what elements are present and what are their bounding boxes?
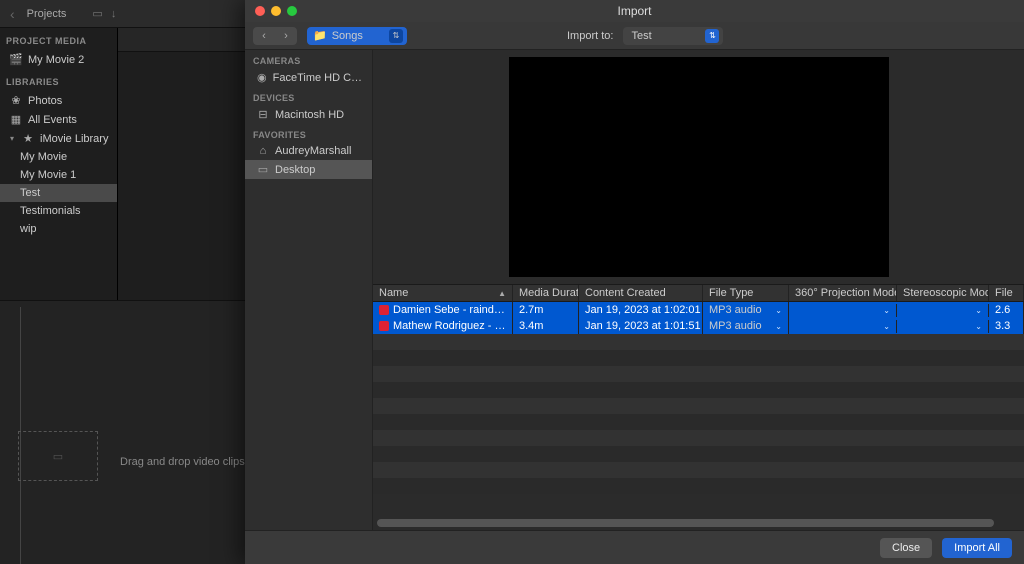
library-event-selected[interactable]: Test xyxy=(0,184,117,202)
import-to-select[interactable]: Test ⇅ xyxy=(623,27,723,45)
desktop-icon: ▭ xyxy=(257,163,269,176)
imovie-library[interactable]: ▾ ★ iMovie Library xyxy=(0,129,117,148)
col-filesize[interactable]: File xyxy=(989,285,1024,301)
import-dialog: Import ‹ › 📁 Songs ⇅ Import to: Test ⇅ C… xyxy=(245,0,1024,564)
disclosure-chevron-icon[interactable]: ▾ xyxy=(10,134,16,143)
breadcrumb[interactable]: Projects xyxy=(27,8,67,20)
home-icon: ⌂ xyxy=(257,145,269,157)
back-button[interactable]: ‹ xyxy=(6,6,19,22)
file-row-empty xyxy=(373,430,1024,446)
dropdown-chevron-icon[interactable]: ⌄ xyxy=(775,306,782,315)
scrollbar-thumb[interactable] xyxy=(377,519,994,527)
folder-icon: 📁 xyxy=(313,29,327,42)
all-events[interactable]: ▦ All Events xyxy=(0,110,117,129)
col-stereo[interactable]: Stereoscopic Mode xyxy=(897,285,989,301)
sort-asc-icon: ▲ xyxy=(498,289,506,298)
col-name[interactable]: Name▲ xyxy=(373,285,513,301)
file-row-selected[interactable]: Mathew Rodriguez - Only Frie... 3.4m Jan… xyxy=(373,318,1024,334)
col-filetype[interactable]: File Type xyxy=(703,285,789,301)
camera-icon: ◉ xyxy=(257,71,267,84)
preview-area xyxy=(373,50,1024,284)
dropdown-chevron-icon[interactable]: ⌄ xyxy=(975,306,982,315)
file-row-empty xyxy=(373,382,1024,398)
dropdown-chevron-icon[interactable]: ⌄ xyxy=(775,322,782,331)
dropdown-chevron-icon[interactable]: ⌄ xyxy=(883,306,890,315)
import-toolbar: ‹ › 📁 Songs ⇅ Import to: Test ⇅ xyxy=(245,22,1024,50)
file-row-empty xyxy=(373,398,1024,414)
nav-forward-button[interactable]: › xyxy=(275,27,297,45)
nav-back-button[interactable]: ‹ xyxy=(253,27,275,45)
camera-item[interactable]: ◉ FaceTime HD Camera (Bu... xyxy=(245,68,372,87)
new-project-icon[interactable]: ▭ xyxy=(92,7,102,20)
folder-select[interactable]: 📁 Songs ⇅ xyxy=(307,27,407,45)
library-event[interactable]: wip xyxy=(0,220,117,238)
favorite-item[interactable]: ⌂ AudreyMarshall xyxy=(245,142,372,160)
dropdown-chevron-icon[interactable]: ⌄ xyxy=(883,322,890,331)
dropdown-arrows-icon: ⇅ xyxy=(705,29,719,43)
library-event[interactable]: My Movie xyxy=(0,148,117,166)
dropdown-chevron-icon[interactable]: ⌄ xyxy=(975,322,982,331)
col-created[interactable]: Content Created xyxy=(579,285,703,301)
file-row-selected[interactable]: Damien Sebe - raindrops [The... 2.7m Jan… xyxy=(373,302,1024,318)
photos-icon: ❀ xyxy=(10,94,22,107)
file-row-empty xyxy=(373,334,1024,350)
import-all-button[interactable]: Import All xyxy=(942,538,1012,558)
file-list[interactable]: Damien Sebe - raindrops [The... 2.7m Jan… xyxy=(373,302,1024,516)
project-media-item[interactable]: 🎬 My Movie 2 xyxy=(0,50,117,69)
import-icon-toolbar[interactable]: ↓ xyxy=(111,8,117,20)
import-to-label: Import to: xyxy=(567,30,613,42)
file-row-empty xyxy=(373,446,1024,462)
import-sidebar: CAMERAS ◉ FaceTime HD Camera (Bu... DEVI… xyxy=(245,50,373,530)
audio-file-icon xyxy=(379,305,389,315)
library-event[interactable]: My Movie 1 xyxy=(0,166,117,184)
grid-icon: ▦ xyxy=(10,113,22,126)
dialog-footer: Close Import All xyxy=(245,530,1024,564)
dropdown-arrows-icon: ⇅ xyxy=(389,29,403,43)
clip-placeholder: ▭ xyxy=(18,431,98,481)
section-cameras: CAMERAS xyxy=(245,50,372,68)
clapper-icon: 🎬 xyxy=(10,53,22,66)
section-libraries: LIBRARIES xyxy=(0,69,117,91)
file-row-empty xyxy=(373,462,1024,478)
favorite-item-selected[interactable]: ▭ Desktop xyxy=(245,160,372,179)
horizontal-scrollbar[interactable] xyxy=(373,516,1024,530)
file-row-empty xyxy=(373,366,1024,382)
preview-canvas xyxy=(509,57,889,277)
file-row-empty xyxy=(373,350,1024,366)
disk-icon: ⊟ xyxy=(257,108,269,121)
device-item[interactable]: ⊟ Macintosh HD xyxy=(245,105,372,124)
dialog-title: Import xyxy=(245,4,1024,18)
dialog-titlebar[interactable]: Import xyxy=(245,0,1024,22)
photos-library[interactable]: ❀ Photos xyxy=(0,91,117,110)
col-duration[interactable]: Media Duration xyxy=(513,285,579,301)
section-devices: DEVICES xyxy=(245,87,372,105)
file-row-empty xyxy=(373,478,1024,494)
file-row-empty xyxy=(373,414,1024,430)
audio-file-icon xyxy=(379,321,389,331)
libraries-sidebar: PROJECT MEDIA 🎬 My Movie 2 LIBRARIES ❀ P… xyxy=(0,28,118,328)
star-icon: ★ xyxy=(22,132,34,145)
file-list-header[interactable]: Name▲ Media Duration Content Created Fil… xyxy=(373,284,1024,302)
section-project-media: PROJECT MEDIA xyxy=(0,28,117,50)
library-event[interactable]: Testimonials xyxy=(0,202,117,220)
close-button[interactable]: Close xyxy=(880,538,932,558)
section-favorites: FAVORITES xyxy=(245,124,372,142)
col-projection[interactable]: 360° Projection Mode xyxy=(789,285,897,301)
